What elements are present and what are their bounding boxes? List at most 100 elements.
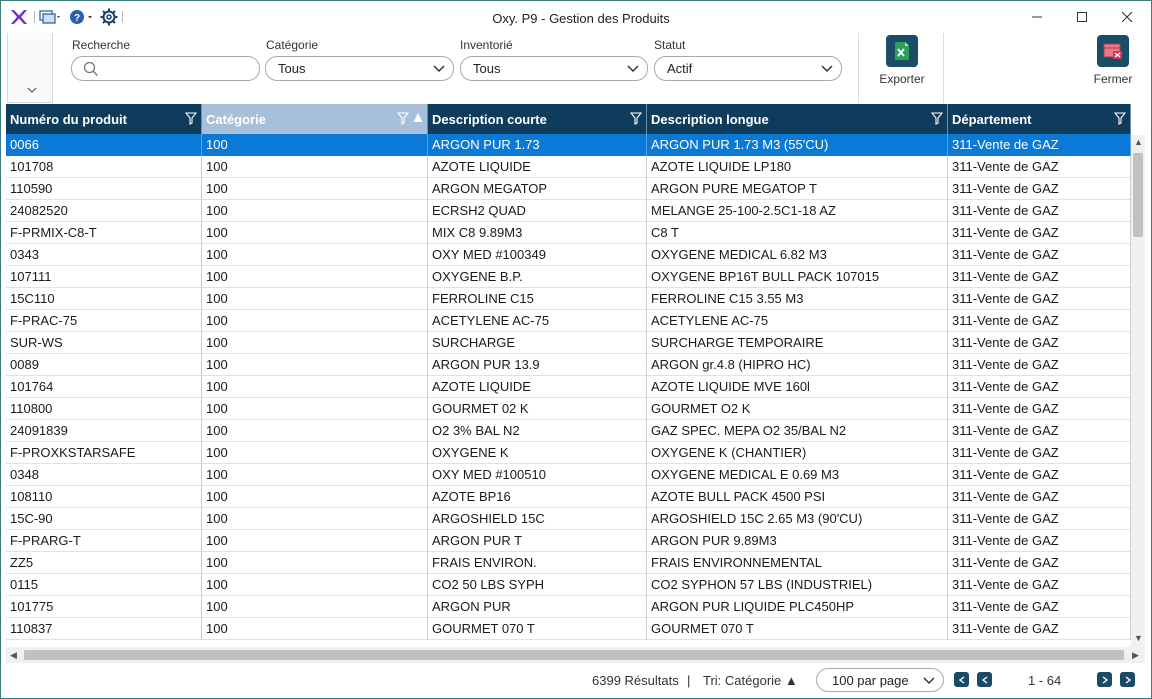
cell-category: 100 — [202, 442, 428, 464]
inventory-select[interactable]: Tous — [460, 56, 648, 81]
table-row[interactable]: F-PRMIX-C8-T 100 MIX C8 9.89M3 C8 T 311-Vent… — [6, 222, 1131, 244]
table-row[interactable]: 107111 100 OXYGENE B.P. OXYGENE BP16T BULL … — [6, 266, 1131, 288]
table-row[interactable]: 110800 100 GOURMET 02 K GOURMET O2 K 311-Ven… — [6, 398, 1131, 420]
vertical-scroll-thumb[interactable] — [1133, 153, 1143, 237]
cell-department: 311-Vente de GAZ — [948, 376, 1131, 398]
cell-short-description: ARGON PUR 1.73 — [428, 134, 647, 156]
table-row[interactable]: 24082520 100 ECRSH2 QUAD MELANGE 25-100-2.5… — [6, 200, 1131, 222]
cell-short-description: FRAIS ENVIRON. — [428, 552, 647, 574]
table-row[interactable]: 101775 100 ARGON PUR ARGON PUR LIQUIDE PLC4… — [6, 596, 1131, 618]
cell-category: 100 — [202, 266, 428, 288]
cell-short-description: ACETYLENE AC-75 — [428, 310, 647, 332]
filter-icon[interactable] — [185, 112, 197, 125]
cell-department: 311-Vente de GAZ — [948, 552, 1131, 574]
cell-long-description: GOURMET O2 K — [647, 398, 948, 420]
column-header-category[interactable]: Catégorie — [202, 104, 428, 134]
cell-short-description: OXYGENE B.P. — [428, 266, 647, 288]
table-row[interactable]: 110837 100 GOURMET 070 T GOURMET 070 T 311-V… — [6, 618, 1131, 640]
cell-long-description: MELANGE 25-100-2.5C1-18 AZ — [647, 200, 948, 222]
cell-short-description: O2 3% BAL N2 — [428, 420, 647, 442]
next-page-button[interactable] — [1097, 672, 1112, 687]
table-row[interactable]: 0089 100 ARGON PUR 13.9 ARGON gr.4.8 (HIPRO… — [6, 354, 1131, 376]
cell-short-description: SURCHARGE — [428, 332, 647, 354]
filter-icon[interactable] — [630, 112, 642, 125]
table-row[interactable]: 0066 100 ARGON PUR 1.73 ARGON PUR 1.73 M3 (… — [6, 134, 1131, 156]
cell-product-number: 24082520 — [6, 200, 202, 222]
last-page-button[interactable] — [1120, 672, 1135, 687]
vertical-scrollbar[interactable]: ▲ ▼ — [1131, 135, 1145, 647]
column-header-short-description[interactable]: Description courte — [428, 104, 647, 134]
table-row[interactable]: SUR-WS 100 SURCHARGE SURCHARGE TEMPORAIRE 31… — [6, 332, 1131, 354]
cell-long-description: ARGON PUR 9.89M3 — [647, 530, 948, 552]
close-window-button[interactable] — [1107, 5, 1147, 29]
cell-product-number: F-PRMIX-C8-T — [6, 222, 202, 244]
horizontal-scrollbar[interactable]: ◀ ▶ — [6, 647, 1145, 663]
table-row[interactable]: 0343 100 OXY MED #100349 OXYGENE MEDICAL 6.… — [6, 244, 1131, 266]
cell-short-description: CO2 50 LBS SYPH — [428, 574, 647, 596]
table-row[interactable]: 101764 100 AZOTE LIQUIDE AZOTE LIQUIDE MVE … — [6, 376, 1131, 398]
first-page-button[interactable] — [954, 672, 969, 687]
table-row[interactable]: 110590 100 ARGON MEGATOP ARGON PURE MEGATOP… — [6, 178, 1131, 200]
scroll-up-arrow-icon[interactable]: ▲ — [1134, 137, 1143, 147]
cell-department: 311-Vente de GAZ — [948, 244, 1131, 266]
cell-short-description: AZOTE BP16 — [428, 486, 647, 508]
cell-department: 311-Vente de GAZ — [948, 200, 1131, 222]
filter-icon[interactable] — [1114, 112, 1126, 125]
scroll-right-arrow-icon[interactable]: ▶ — [1132, 650, 1139, 661]
maximize-button[interactable] — [1062, 5, 1102, 29]
table-row[interactable]: 15C110 100 FERROLINE C15 FERROLINE C15 3.55… — [6, 288, 1131, 310]
cell-short-description: ARGOSHIELD 15C — [428, 508, 647, 530]
table-row[interactable]: ZZ5 100 FRAIS ENVIRON. FRAIS ENVIRONNEMENTA… — [6, 552, 1131, 574]
filter-icon[interactable] — [397, 112, 409, 125]
table-row[interactable]: F-PRARG-T 100 ARGON PUR T ARGON PUR 9.89M3 3… — [6, 530, 1131, 552]
scroll-left-arrow-icon[interactable]: ◀ — [10, 650, 17, 661]
close-button[interactable]: Fermer — [1081, 35, 1145, 99]
cell-department: 311-Vente de GAZ — [948, 442, 1131, 464]
cell-product-number: F-PRAC-75 — [6, 310, 202, 332]
column-header-department[interactable]: Département — [948, 104, 1131, 134]
cell-long-description: AZOTE BULL PACK 4500 PSI — [647, 486, 948, 508]
horizontal-scroll-thumb[interactable] — [24, 650, 1124, 660]
cell-product-number: 101764 — [6, 376, 202, 398]
cell-short-description: FERROLINE C15 — [428, 288, 647, 310]
column-header-long-description[interactable]: Description longue — [647, 104, 948, 134]
cell-category: 100 — [202, 596, 428, 618]
export-button[interactable]: Exporter — [870, 35, 934, 99]
table-row[interactable]: 24091839 100 O2 3% BAL N2 GAZ SPEC. MEPA O2… — [6, 420, 1131, 442]
cell-department: 311-Vente de GAZ — [948, 310, 1131, 332]
table-row[interactable]: 101708 100 AZOTE LIQUIDE AZOTE LIQUIDE LP18… — [6, 156, 1131, 178]
status-select[interactable]: Actif — [654, 56, 842, 81]
collapse-toolbar-button[interactable] — [7, 33, 53, 103]
table-row[interactable]: 0348 100 OXY MED #100510 OXYGENE MEDICAL E … — [6, 464, 1131, 486]
table-row[interactable]: 0115 100 CO2 50 LBS SYPH CO2 SYPHON 57 LBS … — [6, 574, 1131, 596]
grid-body: 0066 100 ARGON PUR 1.73 ARGON PUR 1.73 M3 (… — [6, 134, 1131, 640]
scroll-down-arrow-icon[interactable]: ▼ — [1134, 633, 1143, 643]
previous-page-button[interactable] — [977, 672, 992, 687]
cell-product-number: 110590 — [6, 178, 202, 200]
cell-product-number: 110800 — [6, 398, 202, 420]
cell-short-description: GOURMET 02 K — [428, 398, 647, 420]
cell-product-number: 0066 — [6, 134, 202, 156]
cell-department: 311-Vente de GAZ — [948, 618, 1131, 640]
column-header-label: Catégorie — [206, 112, 266, 127]
table-row[interactable]: 108110 100 AZOTE BP16 AZOTE BULL PACK 4500 … — [6, 486, 1131, 508]
search-icon — [83, 61, 98, 76]
per-page-select[interactable]: 100 par page — [816, 668, 944, 692]
minimize-button[interactable] — [1017, 5, 1057, 29]
table-row[interactable]: F-PROXKSTARSAFE 100 OXYGENE K OXYGENE K (CH… — [6, 442, 1131, 464]
chevron-left-icon — [981, 675, 987, 684]
search-input[interactable] — [71, 56, 260, 81]
cell-long-description: OXYGENE MEDICAL E 0.69 M3 — [647, 464, 948, 486]
table-row[interactable]: 15C-90 100 ARGOSHIELD 15C ARGOSHIELD 15C 2.… — [6, 508, 1131, 530]
cell-product-number: SUR-WS — [6, 332, 202, 354]
column-header-product-number[interactable]: Numéro du produit — [6, 104, 202, 134]
sort-ascending-icon[interactable] — [413, 112, 423, 124]
filter-icon[interactable] — [931, 112, 943, 125]
close-app-icon — [1097, 35, 1129, 67]
category-select[interactable]: Tous — [265, 56, 454, 81]
maximize-icon — [1077, 12, 1087, 22]
cell-department: 311-Vente de GAZ — [948, 288, 1131, 310]
table-row[interactable]: F-PRAC-75 100 ACETYLENE AC-75 ACETYLENE AC-… — [6, 310, 1131, 332]
cell-long-description: ARGON gr.4.8 (HIPRO HC) — [647, 354, 948, 376]
cell-product-number: 0343 — [6, 244, 202, 266]
